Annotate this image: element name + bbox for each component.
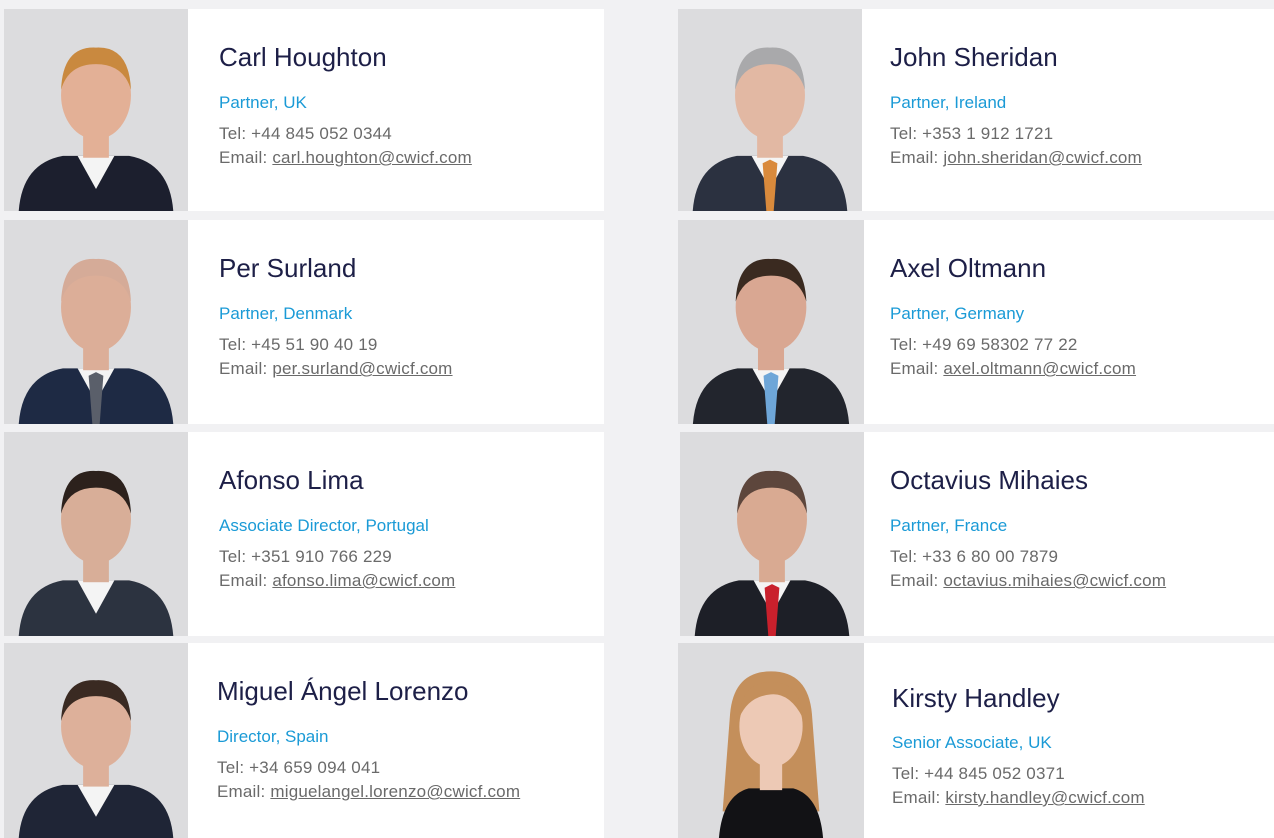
email-link[interactable]: octavius.mihaies@cwicf.com (943, 571, 1166, 590)
person-card: Per Surland Partner, Denmark Tel: +45 51… (4, 220, 604, 424)
email-link[interactable]: afonso.lima@cwicf.com (272, 571, 455, 590)
person-role: Partner, Ireland (890, 93, 1007, 112)
person-card: Kirsty Handley Senior Associate, UK Tel:… (678, 643, 1274, 838)
person-role: Associate Director, Portugal (219, 516, 429, 535)
person-photo (678, 220, 864, 424)
person-name: Axel Oltmann (890, 253, 1047, 283)
email-link[interactable]: miguelangel.lorenzo@cwicf.com (270, 782, 520, 801)
person-email-line: Email: per.surland@cwicf.com (219, 359, 453, 379)
person-email-line: Email: afonso.lima@cwicf.com (219, 571, 455, 591)
person-phone: Tel: +351 910 766 229 (219, 547, 392, 566)
portrait-icon (694, 470, 850, 636)
person-role: Partner, UK (219, 93, 307, 112)
email-link[interactable]: john.sheridan@cwicf.com (943, 148, 1142, 167)
person-role: Partner, Germany (890, 304, 1025, 323)
person-name: Afonso Lima (219, 465, 364, 495)
email-label: Email: (892, 788, 946, 807)
portrait-icon (718, 671, 824, 838)
person-photo (678, 9, 862, 211)
person-role: Partner, Denmark (219, 304, 353, 323)
portrait-icon (692, 47, 848, 211)
person-role: Senior Associate, UK (892, 733, 1052, 752)
person-photo (4, 432, 188, 636)
person-card: John Sheridan Partner, Ireland Tel: +353… (678, 9, 1274, 211)
email-label: Email: (890, 359, 944, 378)
person-phone: Tel: +33 6 80 00 7879 (890, 547, 1059, 566)
person-email-line: Email: carl.houghton@cwicf.com (219, 148, 472, 168)
person-photo (680, 432, 864, 636)
person-name: Carl Houghton (219, 42, 387, 72)
email-link[interactable]: kirsty.handley@cwicf.com (945, 788, 1144, 807)
person-photo (4, 220, 188, 424)
person-photo (4, 9, 188, 211)
person-card: Axel Oltmann Partner, Germany Tel: +49 6… (678, 220, 1274, 424)
portrait-icon (692, 258, 850, 424)
portrait-icon (18, 258, 174, 424)
portrait-icon (18, 470, 174, 636)
person-phone: Tel: +353 1 912 1721 (890, 124, 1054, 143)
person-card: Afonso Lima Associate Director, Portugal… (4, 432, 604, 636)
person-phone: Tel: +45 51 90 40 19 (219, 335, 378, 354)
person-phone: Tel: +44 845 052 0371 (892, 764, 1065, 783)
person-email-line: Email: octavius.mihaies@cwicf.com (890, 571, 1166, 591)
person-card: Carl Houghton Partner, UK Tel: +44 845 0… (4, 9, 604, 211)
person-email-line: Email: john.sheridan@cwicf.com (890, 148, 1142, 168)
person-phone: Tel: +34 659 094 041 (217, 758, 381, 777)
person-name: John Sheridan (890, 42, 1058, 72)
portrait-icon (18, 47, 174, 211)
person-name: Octavius Mihaies (890, 465, 1088, 495)
person-role: Director, Spain (217, 727, 329, 746)
person-name: Kirsty Handley (892, 683, 1060, 713)
email-label: Email: (219, 359, 273, 378)
email-link[interactable]: axel.oltmann@cwicf.com (943, 359, 1136, 378)
person-name: Miguel Ángel Lorenzo (217, 676, 469, 706)
person-email-line: Email: kirsty.handley@cwicf.com (892, 788, 1145, 808)
person-card: Octavius Mihaies Partner, France Tel: +3… (680, 432, 1274, 636)
person-phone: Tel: +49 69 58302 77 22 (890, 335, 1078, 354)
email-link[interactable]: carl.houghton@cwicf.com (272, 148, 472, 167)
person-photo (4, 643, 188, 838)
email-label: Email: (217, 782, 271, 801)
person-photo (678, 643, 864, 838)
person-role: Partner, France (890, 516, 1008, 535)
email-label: Email: (219, 571, 273, 590)
email-label: Email: (219, 148, 273, 167)
person-card: Miguel Ángel Lorenzo Director, Spain Tel… (4, 643, 604, 838)
email-label: Email: (890, 148, 944, 167)
person-email-line: Email: miguelangel.lorenzo@cwicf.com (217, 782, 520, 802)
person-phone: Tel: +44 845 052 0344 (219, 124, 392, 143)
portrait-icon (18, 680, 174, 838)
person-email-line: Email: axel.oltmann@cwicf.com (890, 359, 1136, 379)
email-link[interactable]: per.surland@cwicf.com (272, 359, 452, 378)
email-label: Email: (890, 571, 944, 590)
person-name: Per Surland (219, 253, 357, 283)
